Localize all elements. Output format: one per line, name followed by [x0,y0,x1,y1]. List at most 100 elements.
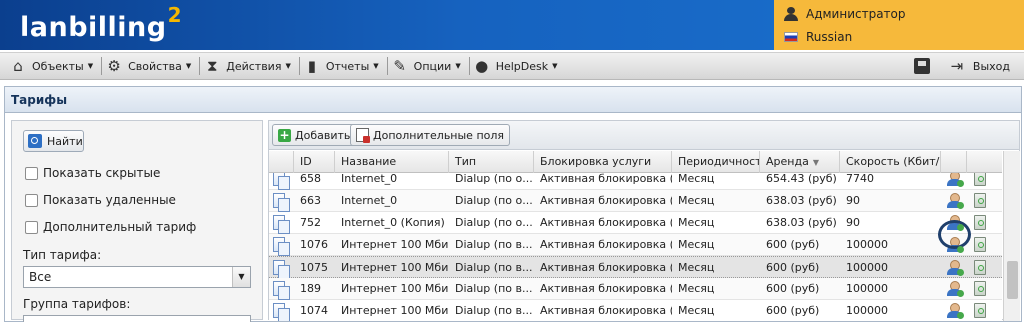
cell-block: Активная блокировка (... [540,173,672,185]
cell-type: Dialup (по в... [455,282,533,295]
vertical-scrollbar[interactable] [1003,151,1020,321]
document-fields-icon [356,128,370,143]
cell-id: 663 [300,194,321,207]
caret-down-icon: ▼ [552,62,558,70]
table-row[interactable]: 1076 Интернет 100 Мби... Dialup (по в... Ак… [269,234,1002,256]
plus-badge-icon [957,269,964,276]
language-switcher[interactable]: Russian [784,28,852,46]
assign-user-icon[interactable] [947,260,964,276]
copy-document-icon[interactable] [273,237,290,256]
table-row[interactable]: 658 Internet_0 Dialup (по о... Активная бло… [269,173,1002,190]
cell-name: Internet_0 [341,173,398,185]
copy-document-icon[interactable] [273,173,290,190]
menu-objects[interactable]: ⌂ Объекты ▼ [6,53,101,79]
column-header-id[interactable]: ID [294,151,335,173]
menu-helpdesk[interactable]: ● HelpDesk ▼ [470,53,566,79]
recycle-icon[interactable] [974,260,986,275]
cell-period: Месяц [678,238,715,251]
column-header-icon [269,151,294,173]
tariff-type-select[interactable]: Все ▼ [23,266,251,288]
grid-toolbar: + Добавить Дополнительные поля [269,121,1019,150]
table-row[interactable]: 663 Internet_0 Dialup (по о... Активная бло… [269,190,1002,212]
caret-down-icon: ▼ [455,62,461,70]
tariff-group-select[interactable] [23,315,251,322]
gear-icon: ⚙ [107,57,121,75]
scrollbar-thumb[interactable] [1007,261,1018,299]
save-settings-icon[interactable] [914,58,930,74]
copy-document-icon[interactable] [273,215,290,234]
cell-period: Месяц [678,194,715,207]
show-hidden-checkbox[interactable]: Показать скрытые [25,166,160,180]
cell-rent: 600 (руб) [766,261,820,274]
column-header-block[interactable]: Блокировка услуги [534,151,672,173]
house-icon: ⌂ [13,57,23,75]
recycle-icon[interactable] [974,237,986,252]
assign-user-icon[interactable] [947,193,964,209]
cell-name: Internet_0 (Копия) [341,216,445,229]
caret-down-icon: ▼ [285,62,291,70]
column-header-rent[interactable]: Аренда ▼ [760,151,840,173]
tariff-group-label: Группа тарифов: [23,297,131,311]
menu-actions[interactable]: ⧗ Действия ▼ [200,53,299,79]
copy-document-icon[interactable] [273,260,290,279]
cell-id: 1076 [300,238,328,251]
add-button[interactable]: + Добавить [272,124,357,146]
tariff-type-label: Тип тарифа: [23,248,102,262]
bar-chart-icon: ▮ [307,57,316,75]
recycle-icon[interactable] [974,173,986,186]
cell-id: 1075 [300,261,328,274]
exit-button[interactable]: ⇥ Выход [949,53,1010,79]
cell-rent: 654.43 (руб) [766,173,837,185]
column-header-type[interactable]: Тип [449,151,534,173]
table-row[interactable]: 1074 Интернет 100 Мби... Dialup (по в... Ак… [269,300,1002,321]
copy-document-icon[interactable] [273,193,290,212]
column-header-period[interactable]: Периодичность [672,151,760,173]
table-row[interactable]: 189 Интернет 100 Мби... Dialup (по в... Акт… [269,278,1002,300]
extra-tariff-checkbox[interactable]: Дополнительный тариф [25,220,196,234]
cell-block: Активная блокировка (... [540,216,672,229]
wrench-icon: ✎ [393,57,406,75]
plus-badge-icon [957,224,964,231]
checkbox[interactable] [25,220,38,234]
grid-rows: 658 Internet_0 Dialup (по о... Активная бло… [269,173,1002,321]
table-row[interactable]: 752 Internet_0 (Копия) Dialup (по о... Акти… [269,212,1002,234]
menu-reports[interactable]: ▮ Отчеты ▼ [300,53,387,79]
table-row[interactable]: 1075 Интернет 100 Мби... Dialup (по в... Ак… [269,256,1002,279]
current-user[interactable]: Администратор [784,5,906,23]
panel-title: Тарифы [5,87,1021,113]
caret-down-icon: ▼ [87,62,94,70]
user-panel: Администратор Russian [774,0,1024,50]
assign-user-icon[interactable] [947,281,964,297]
search-icon [28,134,42,148]
cell-period: Месяц [678,261,715,274]
chevron-down-icon[interactable]: ▼ [232,267,250,287]
assign-user-icon[interactable] [947,173,964,187]
copy-document-icon[interactable] [273,281,290,300]
column-header-name[interactable]: Название [335,151,449,173]
copy-document-icon[interactable] [273,303,290,321]
cell-period: Месяц [678,282,715,295]
cell-type: Dialup (по о... [455,173,533,185]
extra-fields-button[interactable]: Дополнительные поля [350,124,511,146]
recycle-icon[interactable] [974,303,986,318]
menu-properties[interactable]: ⚙ Свойства ▼ [102,53,199,79]
recycle-icon[interactable] [974,215,986,230]
checkbox[interactable] [25,166,38,180]
checkbox[interactable] [25,193,38,207]
menu-options[interactable]: ✎ Опции ▼ [388,53,469,79]
cell-speed: 100000 [846,238,888,251]
recycle-icon[interactable] [974,193,986,208]
show-deleted-checkbox[interactable]: Показать удаленные [25,193,176,207]
assign-user-icon[interactable] [947,303,964,319]
cell-name: Internet_0 [341,194,398,207]
plus-icon: + [278,127,291,142]
column-header-speed[interactable]: Скорость (Кбит/сек [840,151,941,173]
user-icon [784,7,798,21]
find-button[interactable]: Найти [23,130,84,152]
tariffs-panel: Тарифы Найти Показать скрытые Показать у… [4,86,1022,322]
recycle-icon[interactable] [974,281,986,296]
assign-user-icon[interactable] [947,215,964,231]
column-header-action1 [941,151,967,173]
assign-user-icon[interactable] [947,237,964,253]
cell-block: Активная блокировка (... [540,194,672,207]
